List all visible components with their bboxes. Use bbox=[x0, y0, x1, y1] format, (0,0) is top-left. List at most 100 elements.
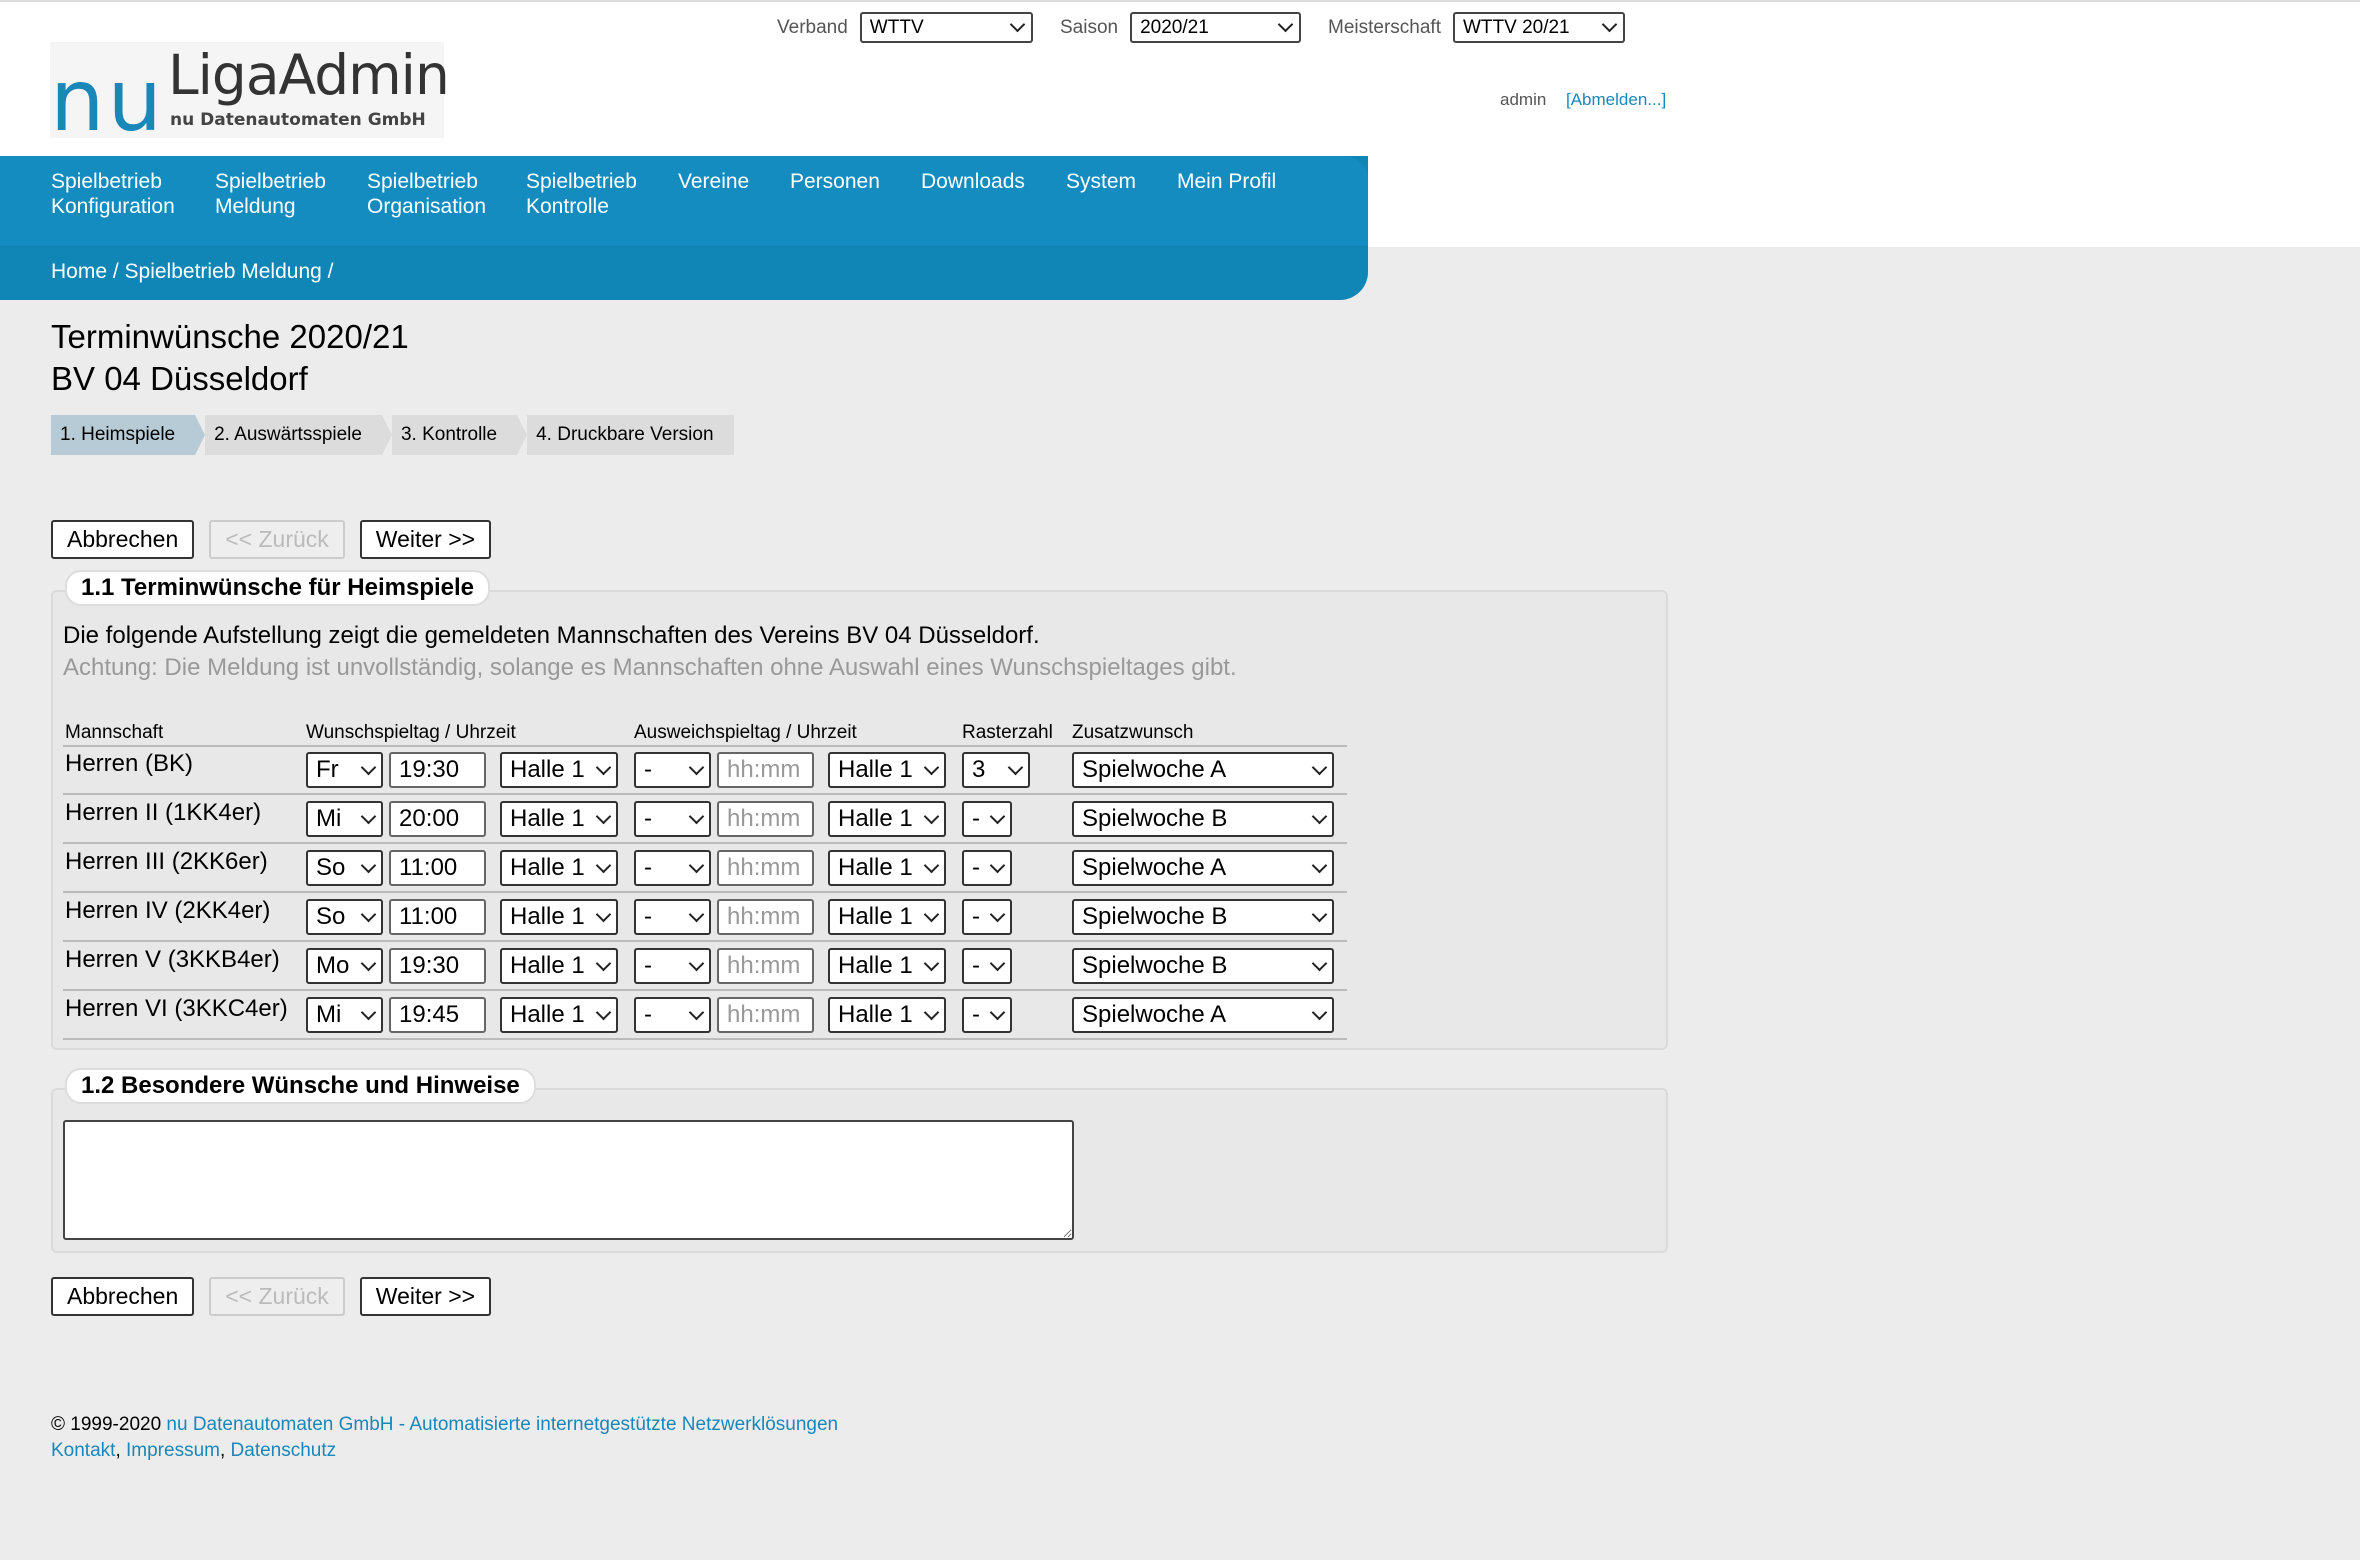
wunschspieltag-select[interactable]: Mi bbox=[306, 801, 383, 837]
wunsch-uhrzeit-input[interactable]: 20:00 bbox=[389, 801, 486, 837]
wunsch-halle-value: Halle 1 bbox=[510, 805, 585, 832]
wunsch-halle-select[interactable]: Halle 1 bbox=[500, 948, 618, 984]
section-besondere-wuensche: 1.2 Besondere Wünsche und Hinweise bbox=[51, 1068, 1668, 1253]
nav-item-spielbetrieb-konfiguration[interactable]: Spielbetrieb Konfiguration bbox=[51, 169, 175, 219]
wunsch-halle-select[interactable]: Halle 1 bbox=[500, 899, 618, 935]
chevron-down-icon bbox=[923, 1004, 940, 1020]
chevron-down-icon bbox=[688, 906, 705, 922]
datenschutz-link[interactable]: Datenschutz bbox=[231, 1440, 337, 1461]
ausweich-halle-select[interactable]: Halle 1 bbox=[828, 948, 946, 984]
ausweich-uhrzeit-input[interactable]: hh:mm bbox=[717, 850, 814, 886]
nav-item-mein-profil[interactable]: Mein Profil bbox=[1177, 169, 1276, 194]
ausweichspieltag-select[interactable]: - bbox=[634, 752, 711, 788]
ausweich-halle-value: Halle 1 bbox=[838, 805, 913, 832]
nav-item-spielbetrieb-organisation[interactable]: Spielbetrieb Organisation bbox=[367, 169, 486, 219]
ausweich-uhrzeit-input[interactable]: hh:mm bbox=[717, 801, 814, 837]
wunsch-uhrzeit-input[interactable]: 19:30 bbox=[389, 752, 486, 788]
ausweichspieltag-select[interactable]: - bbox=[634, 948, 711, 984]
logo[interactable]: nu LigaAdmin nu Datenautomaten GmbH bbox=[50, 42, 450, 144]
ausweich-halle-select[interactable]: Halle 1 bbox=[828, 899, 946, 935]
nav-item-spielbetrieb-kontrolle[interactable]: Spielbetrieb Kontrolle bbox=[526, 169, 637, 219]
wunsch-halle-select[interactable]: Halle 1 bbox=[500, 752, 618, 788]
rasterzahl-select[interactable]: - bbox=[962, 801, 1012, 837]
ausweich-halle-select[interactable]: Halle 1 bbox=[828, 752, 946, 788]
rasterzahl-select[interactable]: - bbox=[962, 850, 1012, 886]
wunsch-uhrzeit-input[interactable]: 19:45 bbox=[389, 997, 486, 1033]
wunschspieltag-value: Mi bbox=[316, 805, 342, 832]
wizard-steps: 1. Heimspiele 2. Auswärtsspiele 3. Kontr… bbox=[51, 415, 744, 455]
rasterzahl-select[interactable]: - bbox=[962, 899, 1012, 935]
nav-item-vereine[interactable]: Vereine bbox=[678, 169, 749, 194]
step-heimspiele[interactable]: 1. Heimspiele bbox=[51, 415, 206, 455]
breadcrumb[interactable]: Home / Spielbetrieb Meldung / bbox=[51, 260, 334, 284]
rasterzahl-select[interactable]: 3 bbox=[962, 752, 1030, 788]
rasterzahl-select[interactable]: - bbox=[962, 997, 1012, 1033]
zusatzwunsch-select[interactable]: Spielwoche A bbox=[1072, 997, 1334, 1033]
cancel-button[interactable]: Abbrechen bbox=[51, 1277, 195, 1316]
wunschspieltag-select[interactable]: So bbox=[306, 850, 383, 886]
wunsch-uhrzeit-input[interactable]: 11:00 bbox=[389, 899, 486, 935]
ausweichspieltag-select[interactable]: - bbox=[634, 801, 711, 837]
rasterzahl-value: - bbox=[972, 903, 980, 930]
chevron-down-icon bbox=[989, 906, 1006, 922]
zusatzwunsch-select[interactable]: Spielwoche A bbox=[1072, 850, 1334, 886]
nav-item-system[interactable]: System bbox=[1066, 169, 1136, 194]
wunschspieltag-value: Fr bbox=[316, 756, 339, 783]
wunschspieltag-select[interactable]: So bbox=[306, 899, 383, 935]
logout-link[interactable]: [Abmelden...] bbox=[1566, 90, 1666, 110]
ausweich-halle-value: Halle 1 bbox=[838, 756, 913, 783]
ausweichspieltag-select[interactable]: - bbox=[634, 899, 711, 935]
ausweich-halle-select[interactable]: Halle 1 bbox=[828, 850, 946, 886]
next-button[interactable]: Weiter >> bbox=[359, 520, 492, 559]
ausweichspieltag-select[interactable]: - bbox=[634, 850, 711, 886]
ausweich-halle-select[interactable]: Halle 1 bbox=[828, 997, 946, 1033]
ausweich-uhrzeit-input[interactable]: hh:mm bbox=[717, 899, 814, 935]
meisterschaft-select[interactable]: WTTV 20/21 bbox=[1452, 12, 1625, 43]
wunsch-uhrzeit-input[interactable]: 11:00 bbox=[389, 850, 486, 886]
ausweich-uhrzeit-value: hh:mm bbox=[727, 805, 801, 832]
wunsch-halle-select[interactable]: Halle 1 bbox=[500, 997, 618, 1033]
nav-item-downloads[interactable]: Downloads bbox=[921, 169, 1025, 194]
wunsch-uhrzeit-value: 11:00 bbox=[399, 903, 458, 930]
row-divider bbox=[63, 940, 1347, 942]
verband-label: Verband bbox=[777, 16, 848, 38]
step-auswaertsspiele[interactable]: 2. Auswärtsspiele bbox=[205, 415, 392, 455]
verband-select[interactable]: WTTV bbox=[859, 12, 1033, 43]
ausweich-uhrzeit-value: hh:mm bbox=[727, 756, 801, 783]
next-button[interactable]: Weiter >> bbox=[359, 1277, 492, 1316]
wunsch-uhrzeit-input[interactable]: 19:30 bbox=[389, 948, 486, 984]
zusatzwunsch-value: Spielwoche B bbox=[1082, 805, 1228, 832]
zusatzwunsch-select[interactable]: Spielwoche B bbox=[1072, 899, 1334, 935]
ausweich-uhrzeit-value: hh:mm bbox=[727, 1001, 801, 1028]
nav-item-spielbetrieb-meldung[interactable]: Spielbetrieb Meldung bbox=[215, 169, 326, 219]
ausweichspieltag-select[interactable]: - bbox=[634, 997, 711, 1033]
rasterzahl-select[interactable]: - bbox=[962, 948, 1012, 984]
wunschspieltag-select[interactable]: Mo bbox=[306, 948, 383, 984]
ausweich-uhrzeit-input[interactable]: hh:mm bbox=[717, 997, 814, 1033]
rasterzahl-value: - bbox=[972, 952, 980, 979]
cancel-button[interactable]: Abbrechen bbox=[51, 520, 195, 559]
step-kontrolle[interactable]: 3. Kontrolle bbox=[391, 415, 528, 455]
wunsch-halle-select[interactable]: Halle 1 bbox=[500, 850, 618, 886]
saison-select[interactable]: 2020/21 bbox=[1130, 12, 1302, 43]
ausweich-uhrzeit-input[interactable]: hh:mm bbox=[717, 752, 814, 788]
back-button[interactable]: << Zurück bbox=[209, 520, 345, 559]
ausweich-uhrzeit-value: hh:mm bbox=[727, 854, 801, 881]
nav-item-personen[interactable]: Personen bbox=[790, 169, 880, 194]
ausweich-halle-select[interactable]: Halle 1 bbox=[828, 801, 946, 837]
zusatzwunsch-select[interactable]: Spielwoche B bbox=[1072, 948, 1334, 984]
row-divider bbox=[63, 1038, 1347, 1040]
zusatzwunsch-select[interactable]: Spielwoche B bbox=[1072, 801, 1334, 837]
saison-group: Saison 2020/21 bbox=[1060, 12, 1302, 43]
notes-textarea[interactable] bbox=[63, 1120, 1074, 1240]
wunschspieltag-select[interactable]: Mi bbox=[306, 997, 383, 1033]
step-druckbare-version[interactable]: 4. Druckbare Version bbox=[527, 415, 734, 455]
back-button[interactable]: << Zurück bbox=[209, 1277, 345, 1316]
ausweich-uhrzeit-input[interactable]: hh:mm bbox=[717, 948, 814, 984]
wunschspieltag-select[interactable]: Fr bbox=[306, 752, 383, 788]
wunsch-halle-select[interactable]: Halle 1 bbox=[500, 801, 618, 837]
company-link[interactable]: nu Datenautomaten GmbH - Automatisierte … bbox=[166, 1414, 838, 1435]
impressum-link[interactable]: Impressum bbox=[126, 1440, 220, 1461]
kontakt-link[interactable]: Kontakt bbox=[51, 1440, 115, 1461]
zusatzwunsch-select[interactable]: Spielwoche A bbox=[1072, 752, 1334, 788]
